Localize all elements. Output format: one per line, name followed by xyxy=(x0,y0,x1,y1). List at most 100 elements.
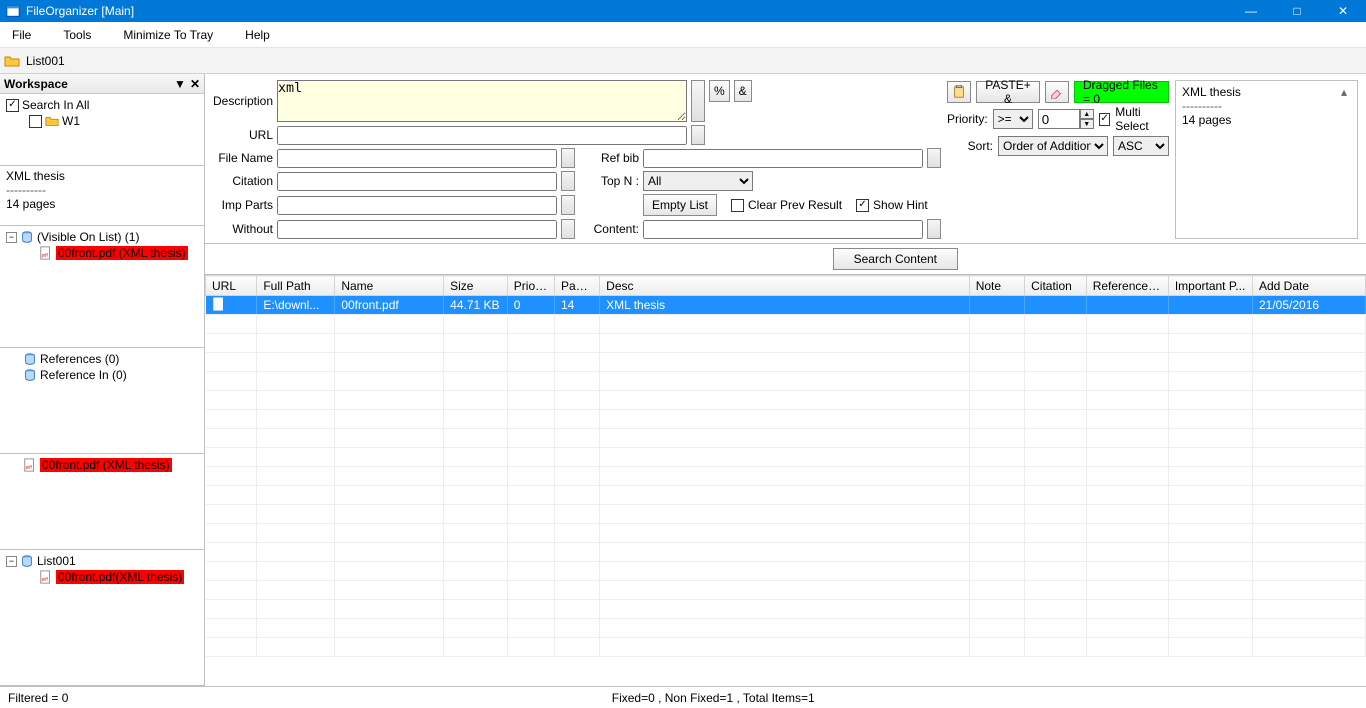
table-row[interactable] xyxy=(206,486,1366,505)
table-row[interactable] xyxy=(206,543,1366,562)
cell-size[interactable]: 44.71 KB xyxy=(444,296,508,315)
cell-fullpath[interactable]: E:\downl... xyxy=(257,296,335,315)
visible-expander[interactable]: − xyxy=(6,232,17,243)
table-row[interactable] xyxy=(206,353,1366,372)
cell-references[interactable] xyxy=(1086,296,1168,315)
impparts-picker[interactable] xyxy=(561,195,575,215)
refbib-input[interactable] xyxy=(643,149,923,168)
spin-up-icon[interactable]: ▲ xyxy=(1080,109,1094,119)
paste-amp-button[interactable]: PASTE+ & xyxy=(976,81,1040,103)
citation-input[interactable] xyxy=(277,172,557,191)
col-fullpath[interactable]: Full Path xyxy=(257,276,335,296)
priority-value-spinner[interactable]: ▲▼ xyxy=(1038,109,1094,129)
col-note[interactable]: Note xyxy=(969,276,1024,296)
priority-value-input[interactable] xyxy=(1038,109,1080,129)
sort-dir-select[interactable]: ASC xyxy=(1113,136,1169,156)
dropdown-icon[interactable]: ▼ xyxy=(174,77,186,91)
minimize-button[interactable]: ― xyxy=(1228,0,1274,22)
references-label[interactable]: References (0) xyxy=(40,352,119,366)
list-expander[interactable]: − xyxy=(6,556,17,567)
visible-child[interactable]: 00front.pdf (XML thesis) xyxy=(56,246,188,260)
table-row[interactable] xyxy=(206,562,1366,581)
without-input[interactable] xyxy=(277,220,557,239)
cell-url[interactable]: pd xyxy=(206,296,257,315)
grid-header-row[interactable]: URL Full Path Name Size Priority Pages D… xyxy=(206,276,1366,296)
search-in-all-checkbox[interactable] xyxy=(6,99,19,112)
close-button[interactable]: ✕ xyxy=(1320,0,1366,22)
results-grid[interactable]: URL Full Path Name Size Priority Pages D… xyxy=(205,274,1366,686)
table-row[interactable] xyxy=(206,334,1366,353)
spin-down-icon[interactable]: ▼ xyxy=(1080,119,1094,129)
content-input[interactable] xyxy=(643,220,923,239)
amp-button[interactable]: & xyxy=(734,80,752,102)
close-panel-icon[interactable]: ✕ xyxy=(190,77,200,91)
cell-important[interactable] xyxy=(1168,296,1252,315)
clear-prev-checkbox[interactable] xyxy=(731,199,744,212)
filename-picker[interactable] xyxy=(561,148,575,168)
visible-on-list-label[interactable]: (Visible On List) (1) xyxy=(37,230,139,244)
table-row[interactable] xyxy=(206,448,1366,467)
col-name[interactable]: Name xyxy=(335,276,444,296)
reference-in-label[interactable]: Reference In (0) xyxy=(40,368,127,382)
table-row[interactable] xyxy=(206,581,1366,600)
list-name[interactable]: List001 xyxy=(26,54,65,68)
col-references[interactable]: References... xyxy=(1086,276,1168,296)
col-pages[interactable]: Pages xyxy=(555,276,600,296)
priority-op-select[interactable]: >= xyxy=(993,109,1033,129)
col-url[interactable]: URL xyxy=(206,276,257,296)
refbib-picker[interactable] xyxy=(927,148,941,168)
scroll-up-icon[interactable]: ▴ xyxy=(1341,85,1355,99)
col-important[interactable]: Important P... xyxy=(1168,276,1252,296)
table-row[interactable] xyxy=(206,315,1366,334)
description-input[interactable] xyxy=(277,80,687,122)
w1-checkbox[interactable] xyxy=(29,115,42,128)
paste-tool-button[interactable] xyxy=(947,81,971,103)
topn-select[interactable]: All xyxy=(643,171,753,191)
filename-input[interactable] xyxy=(277,149,557,168)
cell-pages[interactable]: 14 xyxy=(555,296,600,315)
show-hint-checkbox[interactable] xyxy=(856,199,869,212)
table-row[interactable] xyxy=(206,505,1366,524)
menu-tools[interactable]: Tools xyxy=(57,26,97,44)
col-size[interactable]: Size xyxy=(444,276,508,296)
citation-picker[interactable] xyxy=(561,171,575,191)
cell-adddate[interactable]: 21/05/2016 xyxy=(1252,296,1365,315)
maximize-button[interactable]: □ xyxy=(1274,0,1320,22)
sort-field-select[interactable]: Order of Addition xyxy=(998,136,1108,156)
table-row[interactable] xyxy=(206,372,1366,391)
erase-button[interactable] xyxy=(1045,81,1069,103)
table-row[interactable] xyxy=(206,600,1366,619)
menu-minimize-tray[interactable]: Minimize To Tray xyxy=(117,26,219,44)
table-row[interactable] xyxy=(206,619,1366,638)
cell-desc[interactable]: XML thesis xyxy=(600,296,970,315)
table-row[interactable] xyxy=(206,524,1366,543)
col-desc[interactable]: Desc xyxy=(600,276,970,296)
workspace-w1[interactable]: W1 xyxy=(62,114,80,128)
cell-note[interactable] xyxy=(969,296,1024,315)
menu-help[interactable]: Help xyxy=(239,26,276,44)
table-row[interactable] xyxy=(206,410,1366,429)
table-row[interactable] xyxy=(206,638,1366,657)
single-file-node[interactable]: 00front.pdf (XML thesis) xyxy=(40,458,172,472)
cell-name[interactable]: 00front.pdf xyxy=(335,296,444,315)
empty-list-button[interactable]: Empty List xyxy=(643,194,717,216)
percent-button[interactable]: % xyxy=(709,80,730,102)
url-picker[interactable] xyxy=(691,125,705,145)
col-priority[interactable]: Priority xyxy=(507,276,554,296)
col-citation[interactable]: Citation xyxy=(1025,276,1087,296)
url-input[interactable] xyxy=(277,126,687,145)
table-row[interactable] xyxy=(206,429,1366,448)
description-picker[interactable] xyxy=(691,80,705,122)
multi-select-checkbox[interactable] xyxy=(1099,113,1111,126)
without-picker[interactable] xyxy=(561,219,575,239)
menu-file[interactable]: File xyxy=(6,26,37,44)
list-root-label[interactable]: List001 xyxy=(37,554,76,568)
table-row[interactable] xyxy=(206,391,1366,410)
table-row[interactable]: pd E:\downl... 00front.pdf 44.71 KB 0 14… xyxy=(206,296,1366,315)
content-picker[interactable] xyxy=(927,219,941,239)
impparts-input[interactable] xyxy=(277,196,557,215)
search-content-button[interactable]: Search Content xyxy=(833,248,958,270)
col-adddate[interactable]: Add Date xyxy=(1252,276,1365,296)
cell-priority[interactable]: 0 xyxy=(507,296,554,315)
cell-citation[interactable] xyxy=(1025,296,1087,315)
